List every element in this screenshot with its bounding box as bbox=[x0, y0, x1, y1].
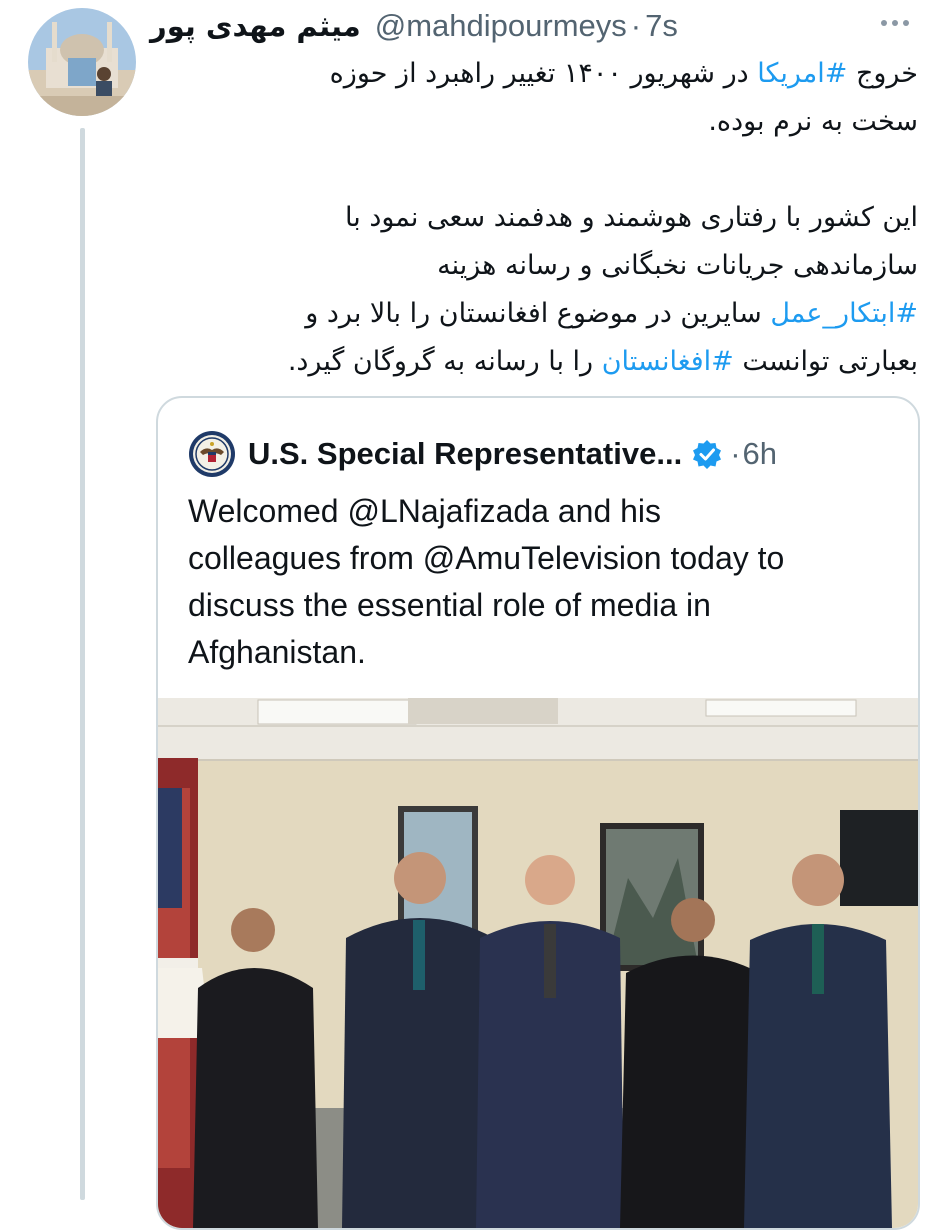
tweet-text-line: بعبارتی توانست #افغانستان را با رسانه به… bbox=[150, 338, 918, 386]
tweet-text-segment: خروج bbox=[847, 58, 918, 89]
tweet-text-segment: سازماندهی جریانات نخبگانی و رسانه هزینه bbox=[437, 250, 918, 281]
quoted-tweet-header: U.S. Special Representative... · 6h bbox=[188, 428, 777, 480]
verified-badge-icon bbox=[693, 440, 722, 469]
tweet-text-line: خروج #امریکا در شهریور ۱۴۰۰ تغییر راهبرد… bbox=[150, 50, 918, 98]
quoted-timestamp[interactable]: 6h bbox=[743, 436, 777, 472]
tweet-text-line: سخت به نرم بوده. bbox=[150, 98, 918, 146]
more-horizontal-icon bbox=[881, 20, 909, 26]
state-department-seal-icon bbox=[189, 431, 235, 477]
separator-dot: · bbox=[630, 8, 642, 43]
thread-connector-line bbox=[80, 128, 85, 1200]
tweet-text-line: سازماندهی جریانات نخبگانی و رسانه هزینه bbox=[150, 242, 918, 290]
quoted-text-line: Welcomed @LNajafizada and his bbox=[188, 493, 662, 529]
quoted-text-line: Afghanistan. bbox=[188, 634, 366, 670]
hashtag-link[interactable]: #امریکا bbox=[757, 58, 847, 89]
hashtag-link[interactable]: #افغانستان bbox=[602, 346, 734, 377]
separator-dot: · bbox=[730, 436, 741, 471]
tweet-text: خروج #امریکا در شهریور ۱۴۰۰ تغییر راهبرد… bbox=[150, 50, 918, 386]
avatar[interactable] bbox=[28, 8, 136, 116]
tweet-text-segment: این کشور با رفتاری هوشمند و هدفمند سعی ن… bbox=[345, 202, 918, 233]
tweet-text-segment: سایرین در موضوع افغانستان را بالا برد و bbox=[305, 298, 771, 329]
tweet-header: میثم مهدی پور @mahdipourmeys · 7s bbox=[150, 4, 870, 48]
quoted-tweet-text: Welcomed @LNajafizada and his colleagues… bbox=[188, 488, 888, 676]
tweet-text-line: #ابتکار_عمل سایرین در موضوع افغانستان را… bbox=[150, 290, 918, 338]
quoted-text-line: colleagues from @AmuTelevision today to bbox=[188, 540, 785, 576]
tweet-text-segment: در شهریور ۱۴۰۰ تغییر راهبرد از حوزه bbox=[329, 58, 758, 89]
tweet-text-segment: را با رسانه به گروگان گیرد. bbox=[287, 346, 602, 377]
timestamp[interactable]: 7s bbox=[645, 8, 678, 44]
more-options-button[interactable] bbox=[875, 8, 915, 38]
quoted-display-name[interactable]: U.S. Special Representative... bbox=[248, 436, 682, 472]
tweet-text-segment: بعبارتی توانست bbox=[733, 346, 918, 377]
display-name[interactable]: میثم مهدی پور bbox=[150, 9, 361, 43]
quoted-tweet-photo[interactable] bbox=[158, 698, 918, 1228]
tweet-text-line: این کشور با رفتاری هوشمند و هدفمند سعی ن… bbox=[150, 194, 918, 242]
quoted-text-line: discuss the essential role of media in bbox=[188, 587, 711, 623]
username-handle[interactable]: @mahdipourmeys bbox=[375, 8, 627, 44]
quoted-tweet-card[interactable]: U.S. Special Representative... · 6h Welc… bbox=[156, 396, 920, 1230]
tweet-text-segment: سخت به نرم بوده. bbox=[708, 106, 918, 137]
hashtag-link[interactable]: #ابتکار_عمل bbox=[770, 298, 918, 329]
